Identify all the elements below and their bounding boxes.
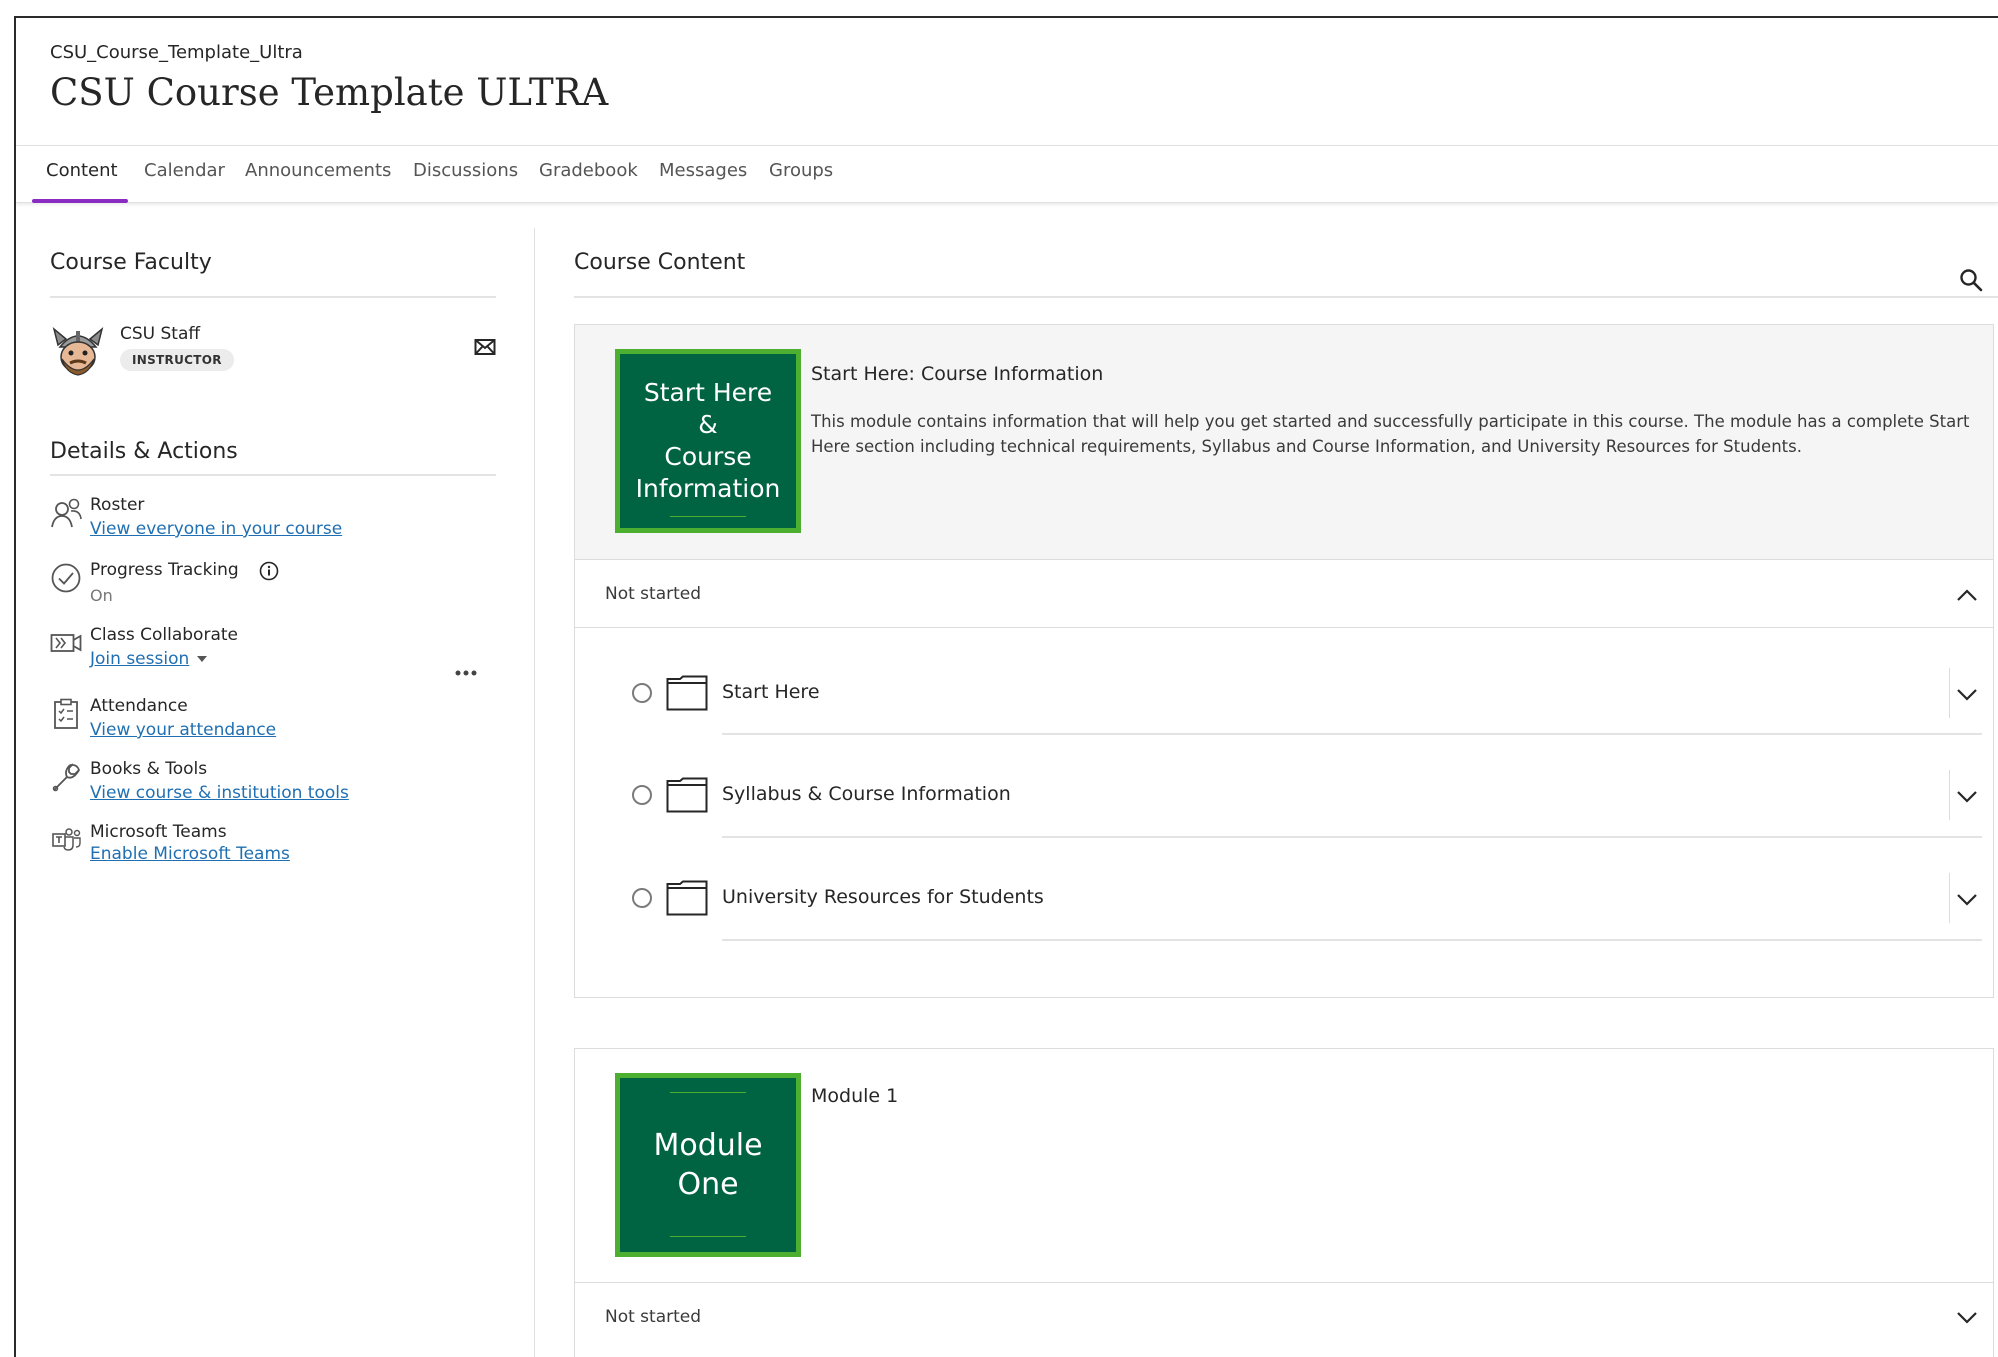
divider xyxy=(1949,770,1950,820)
tab-calendar[interactable]: Calendar xyxy=(144,160,225,181)
microsoft-teams-link[interactable]: Enable Microsoft Teams xyxy=(90,844,290,864)
module-card-module-1: Module One Module 1 Not started xyxy=(574,1048,1994,1357)
divider xyxy=(722,733,1982,735)
tab-discussions[interactable]: Discussions xyxy=(413,160,518,181)
clipboard-checklist-icon xyxy=(50,698,82,730)
module-status-row[interactable]: Not started xyxy=(575,560,1993,628)
thumb-line-text: Information xyxy=(635,474,781,503)
faculty-name[interactable]: CSU Staff xyxy=(120,324,200,344)
folder-icon xyxy=(666,675,708,711)
module-status: Not started xyxy=(605,1307,702,1327)
microsoft-teams-label: Microsoft Teams xyxy=(90,822,227,842)
divider xyxy=(574,296,1998,298)
caret-down-icon[interactable] xyxy=(197,656,208,662)
avatar[interactable] xyxy=(50,321,106,377)
folder-icon xyxy=(666,880,708,916)
chevron-down-icon[interactable] xyxy=(1956,1310,1978,1324)
chevron-up-icon[interactable] xyxy=(1956,587,1978,601)
module-thumbnail-text: Start Here & Course Information xyxy=(636,377,781,505)
thumb-decoration xyxy=(670,1092,746,1093)
chevron-down-icon[interactable] xyxy=(1956,789,1978,803)
search-icon[interactable] xyxy=(1959,268,1983,292)
content-item-label[interactable]: Start Here xyxy=(722,681,820,703)
thumb-line-text: Start Here xyxy=(643,378,773,407)
module-thumbnail-text: Module One xyxy=(653,1126,762,1204)
content-item-university-resources[interactable]: University Resources for Students xyxy=(575,866,1993,968)
module-header[interactable]: Module One Module 1 xyxy=(575,1049,1993,1283)
tab-gradebook[interactable]: Gradebook xyxy=(539,160,638,181)
module-description: This module contains information that wi… xyxy=(811,412,1970,456)
content-item-label[interactable]: University Resources for Students xyxy=(722,886,1044,908)
course-page: CSU_Course_Template_Ultra CSU Course Tem… xyxy=(14,16,1998,1357)
course-nav-tabs: Content Calendar Announcements Discussio… xyxy=(16,145,1998,203)
thumb-decoration xyxy=(670,516,746,517)
class-collaborate-label: Class Collaborate xyxy=(90,625,238,645)
roster-label: Roster xyxy=(90,495,145,515)
info-icon[interactable] xyxy=(259,561,279,581)
roster-icon xyxy=(50,497,82,529)
tab-messages[interactable]: Messages xyxy=(659,160,747,181)
collaborate-icon xyxy=(50,627,82,659)
thumb-line-text: Module xyxy=(653,1128,763,1163)
check-circle-icon xyxy=(50,562,82,594)
course-content-heading: Course Content xyxy=(574,250,746,275)
divider xyxy=(722,836,1982,838)
content-item-label[interactable]: Syllabus & Course Information xyxy=(722,783,1011,805)
column-divider xyxy=(534,228,535,1357)
folder-icon xyxy=(666,777,708,813)
progress-tracking-status: On xyxy=(90,586,113,605)
chevron-down-icon[interactable] xyxy=(1956,687,1978,701)
content-item-start-here[interactable]: Start Here xyxy=(575,661,1993,763)
module-card-start-here: Start Here & Course Information Start He… xyxy=(574,324,1994,998)
module-thumbnail[interactable]: Start Here & Course Information xyxy=(615,349,801,533)
mail-icon[interactable] xyxy=(474,338,496,356)
role-badge: INSTRUCTOR xyxy=(120,349,234,371)
module-header[interactable]: Start Here & Course Information Start He… xyxy=(575,325,1993,560)
module-status-row[interactable]: Not started xyxy=(575,1283,1993,1351)
attendance-label: Attendance xyxy=(90,696,188,716)
divider xyxy=(50,474,496,476)
divider xyxy=(1949,668,1950,718)
divider xyxy=(50,296,496,298)
content-item-syllabus[interactable]: Syllabus & Course Information xyxy=(575,763,1993,865)
module-status: Not started xyxy=(605,584,702,604)
course-faculty-heading: Course Faculty xyxy=(50,250,212,275)
page-title: CSU Course Template ULTRA xyxy=(50,71,609,114)
tab-announcements[interactable]: Announcements xyxy=(245,160,391,181)
module-title[interactable]: Start Here: Course Information xyxy=(811,363,1103,385)
roster-link[interactable]: View everyone in your course xyxy=(90,519,342,539)
tab-content[interactable]: Content xyxy=(46,160,118,181)
wrench-icon xyxy=(50,761,82,793)
progress-radio[interactable] xyxy=(632,785,652,805)
thumb-line-text: One xyxy=(677,1167,739,1202)
divider xyxy=(1949,873,1950,923)
books-tools-label: Books & Tools xyxy=(90,759,208,779)
join-session-link[interactable]: Join session xyxy=(90,649,208,669)
active-tab-indicator xyxy=(32,199,128,203)
microsoft-teams-icon xyxy=(50,824,82,856)
chevron-down-icon[interactable] xyxy=(1956,892,1978,906)
tab-groups[interactable]: Groups xyxy=(769,160,833,181)
breadcrumb[interactable]: CSU_Course_Template_Ultra xyxy=(50,42,303,63)
thumb-line-text: Course xyxy=(664,442,752,471)
module-title[interactable]: Module 1 xyxy=(811,1085,898,1107)
details-actions-heading: Details & Actions xyxy=(50,439,238,464)
progress-radio[interactable] xyxy=(632,683,652,703)
divider xyxy=(722,939,1982,941)
module-thumbnail[interactable]: Module One xyxy=(615,1073,801,1257)
progress-radio[interactable] xyxy=(632,888,652,908)
more-options-icon[interactable] xyxy=(454,662,478,676)
join-session-text[interactable]: Join session xyxy=(90,649,189,669)
attendance-link[interactable]: View your attendance xyxy=(90,720,276,740)
books-tools-link[interactable]: View course & institution tools xyxy=(90,783,349,803)
progress-tracking-label: Progress Tracking xyxy=(90,560,239,580)
thumb-decoration xyxy=(670,1236,746,1237)
thumb-line-text: & xyxy=(698,410,718,439)
